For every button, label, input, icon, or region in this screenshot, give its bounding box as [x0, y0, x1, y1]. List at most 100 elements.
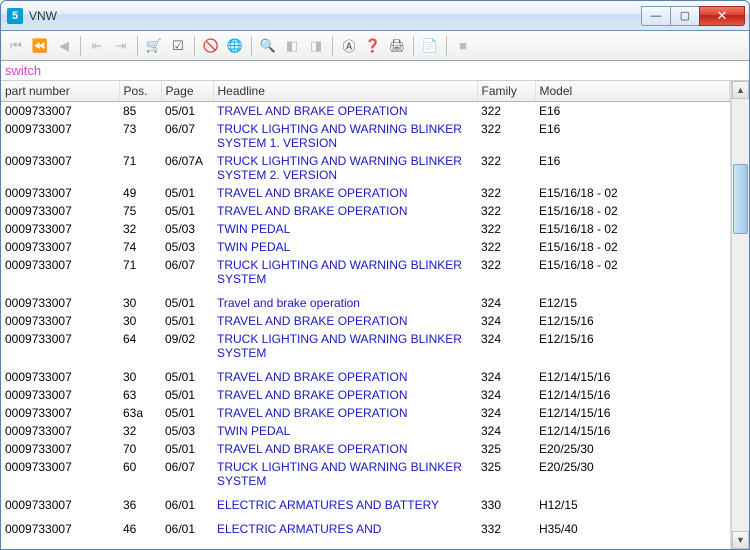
cell-headline: TRAVEL AND BRAKE OPERATION [213, 102, 477, 121]
notes-icon: 📄 [419, 35, 441, 57]
table-row[interactable]: 00097330074905/01TRAVEL AND BRAKE OPERAT… [1, 184, 730, 202]
cell-part-number: 0009733007 [1, 256, 119, 288]
maximize-button[interactable]: ▢ [670, 6, 700, 26]
table-row[interactable]: 00097330077106/07ATRUCK LIGHTING AND WAR… [1, 152, 730, 184]
table-row[interactable]: 00097330074606/01ELECTRIC ARMATURES AND3… [1, 520, 730, 538]
globe-icon[interactable]: 🌐 [224, 35, 246, 57]
search-term-label: switch [1, 61, 749, 81]
scroll-up-button[interactable]: ▲ [732, 81, 749, 99]
table-row[interactable]: 00097330073005/01TRAVEL AND BRAKE OPERAT… [1, 368, 730, 386]
cell-headline: TRUCK LIGHTING AND WARNING BLINKER SYSTE… [213, 458, 477, 490]
column-header-family[interactable]: Family [477, 81, 535, 102]
cell-part-number: 0009733007 [1, 238, 119, 256]
scroll-track[interactable] [732, 99, 749, 531]
cell-family: 324 [477, 312, 535, 330]
table-row[interactable]: 00097330078505/01TRAVEL AND BRAKE OPERAT… [1, 102, 730, 121]
stop-icon: ■ [452, 35, 474, 57]
cell-part-number: 0009733007 [1, 422, 119, 440]
cell-model: E12/15/16 [535, 312, 730, 330]
cell-pos: 46 [119, 520, 161, 538]
table-row[interactable]: 00097330076305/01TRAVEL AND BRAKE OPERAT… [1, 386, 730, 404]
cell-headline: TWIN PEDAL [213, 220, 477, 238]
column-header-page[interactable]: Page [161, 81, 213, 102]
cell-page: 05/03 [161, 238, 213, 256]
cell-pos: 36 [119, 496, 161, 514]
cell-headline: ELECTRIC ARMATURES AND [213, 520, 477, 538]
table-row[interactable]: 00097330076006/07TRUCK LIGHTING AND WARN… [1, 458, 730, 490]
table-row[interactable]: 00097330073005/01TRAVEL AND BRAKE OPERAT… [1, 312, 730, 330]
cell-model: E12/14/15/16 [535, 422, 730, 440]
table-row[interactable]: 00097330073205/03TWIN PEDAL324E12/14/15/… [1, 422, 730, 440]
cell-model: H12/15 [535, 496, 730, 514]
cell-model: E15/16/18 - 02 [535, 220, 730, 238]
cell-part-number: 0009733007 [1, 152, 119, 184]
table-row[interactable]: 00097330076409/02TRUCK LIGHTING AND WARN… [1, 330, 730, 362]
cell-family: 332 [477, 520, 535, 538]
checklist-icon[interactable]: ☑ [167, 35, 189, 57]
cell-model: E16 [535, 120, 730, 152]
cell-page: 05/01 [161, 102, 213, 121]
cell-model: E15/16/18 - 02 [535, 202, 730, 220]
column-header-model[interactable]: Model [535, 81, 730, 102]
cell-part-number: 0009733007 [1, 202, 119, 220]
cart-icon[interactable]: 🛒 [143, 35, 165, 57]
cell-page: 05/01 [161, 440, 213, 458]
cell-pos: 75 [119, 202, 161, 220]
cell-page: 05/01 [161, 294, 213, 312]
cell-part-number: 0009733007 [1, 312, 119, 330]
cell-headline: TRAVEL AND BRAKE OPERATION [213, 202, 477, 220]
cell-part-number: 0009733007 [1, 520, 119, 538]
cell-family: 324 [477, 386, 535, 404]
cell-family: 325 [477, 458, 535, 490]
annotation-icon[interactable]: Ⓐ [338, 35, 360, 57]
cell-part-number: 0009733007 [1, 386, 119, 404]
cell-page: 06/07A [161, 152, 213, 184]
cell-headline: TRUCK LIGHTING AND WARNING BLINKER SYSTE… [213, 152, 477, 184]
cell-model: E16 [535, 102, 730, 121]
close-button[interactable]: ✕ [699, 6, 745, 26]
first-icon: ⏮ [5, 35, 27, 57]
window-controls: — ▢ ✕ [642, 6, 745, 26]
table-row[interactable]: 00097330077405/03TWIN PEDAL322E15/16/18 … [1, 238, 730, 256]
toolbar-separator [137, 36, 138, 56]
scroll-down-button[interactable]: ▼ [732, 531, 749, 549]
scroll-thumb[interactable] [733, 164, 748, 234]
cell-pos: 32 [119, 422, 161, 440]
cell-model: E15/16/18 - 02 [535, 184, 730, 202]
cell-family: 324 [477, 294, 535, 312]
print-icon[interactable]: 🖨 [386, 35, 408, 57]
cell-pos: 70 [119, 440, 161, 458]
table-row[interactable]: 000973300763a05/01TRAVEL AND BRAKE OPERA… [1, 404, 730, 422]
cell-pos: 74 [119, 238, 161, 256]
cell-family: 322 [477, 184, 535, 202]
column-header-part-number[interactable]: part number [1, 81, 119, 102]
slide-prev-icon: ◧ [281, 35, 303, 57]
table-row[interactable]: 00097330077306/07TRUCK LIGHTING AND WARN… [1, 120, 730, 152]
unflag-icon[interactable]: 🚫 [200, 35, 222, 57]
table-row[interactable]: 00097330073606/01ELECTRIC ARMATURES AND … [1, 496, 730, 514]
table-row[interactable]: 00097330077005/01TRAVEL AND BRAKE OPERAT… [1, 440, 730, 458]
cell-headline: ELECTRIC ARMATURES AND BATTERY [213, 496, 477, 514]
cell-model: E15/16/18 - 02 [535, 238, 730, 256]
cell-family: 322 [477, 220, 535, 238]
results-grid[interactable]: part numberPos.PageHeadlineFamilyModel 0… [1, 81, 731, 549]
cell-pos: 85 [119, 102, 161, 121]
cell-pos: 30 [119, 312, 161, 330]
vertical-scrollbar[interactable]: ▲ ▼ [731, 81, 749, 549]
cell-headline: TRAVEL AND BRAKE OPERATION [213, 404, 477, 422]
minimize-button[interactable]: — [641, 6, 671, 26]
cell-pos: 63 [119, 386, 161, 404]
cell-model: E16 [535, 152, 730, 184]
table-row[interactable]: 00097330077505/01TRAVEL AND BRAKE OPERAT… [1, 202, 730, 220]
cell-pos: 71 [119, 152, 161, 184]
slide-next-icon: ◨ [305, 35, 327, 57]
cell-family: 330 [477, 496, 535, 514]
help-icon[interactable]: ❓ [362, 35, 384, 57]
table-row[interactable]: 00097330077106/07TRUCK LIGHTING AND WARN… [1, 256, 730, 288]
cell-headline: Travel and brake operation [213, 294, 477, 312]
column-header-headline[interactable]: Headline [213, 81, 477, 102]
table-row[interactable]: 00097330073205/03TWIN PEDAL322E15/16/18 … [1, 220, 730, 238]
column-header-pos[interactable]: Pos. [119, 81, 161, 102]
cell-part-number: 0009733007 [1, 496, 119, 514]
table-row[interactable]: 00097330073005/01Travel and brake operat… [1, 294, 730, 312]
